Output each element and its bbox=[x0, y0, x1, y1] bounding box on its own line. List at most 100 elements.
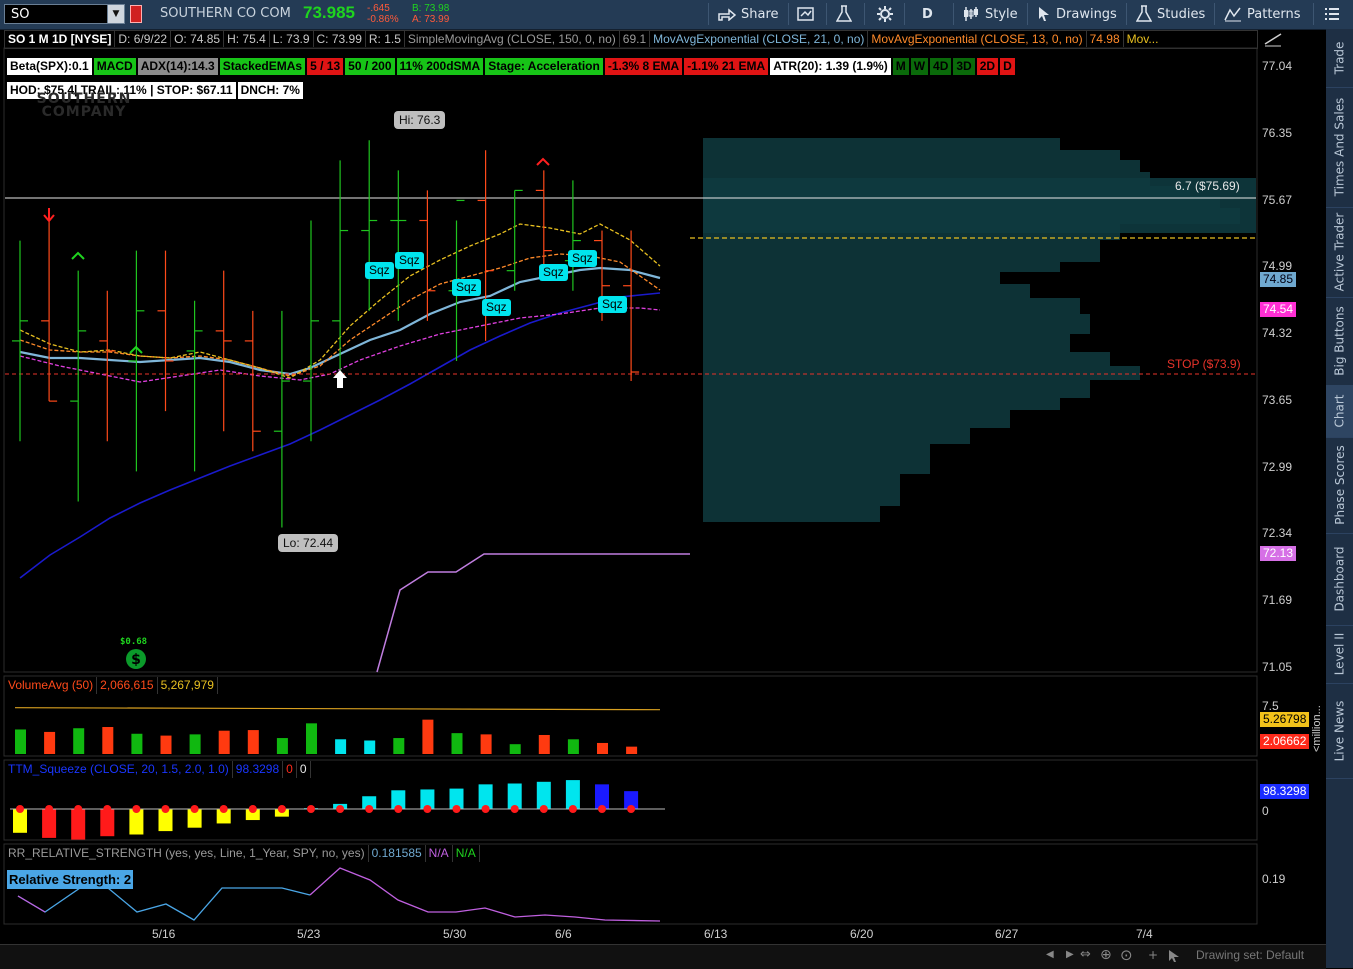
low-price-tag: 72.13 bbox=[1260, 546, 1297, 561]
volume-value: 2,066,615 bbox=[97, 677, 158, 694]
price-tick-label: 74.32 bbox=[1262, 326, 1293, 341]
squeeze-bar bbox=[71, 809, 86, 840]
fib-level-label: 6.7 ($75.69) bbox=[1175, 179, 1240, 193]
drawing-set-label[interactable]: Drawing set: Default bbox=[1196, 948, 1304, 962]
volume-profile-bar bbox=[703, 506, 880, 522]
squeeze-dot bbox=[568, 805, 577, 813]
volume-bar bbox=[102, 727, 114, 754]
squeeze-dot bbox=[481, 805, 490, 813]
squeeze-signal-label: Sqz bbox=[482, 299, 511, 316]
price-tick-label: 77.04 bbox=[1262, 59, 1293, 73]
volume-bar bbox=[597, 742, 608, 754]
volume-profile-bar bbox=[703, 366, 1140, 380]
volume-bar bbox=[335, 739, 347, 754]
sidebar-tab-live-news[interactable]: Live News bbox=[1326, 683, 1353, 779]
volume-study-legend: VolumeAvg (50) 2,066,615 5,267,979 bbox=[5, 677, 218, 694]
volume-study-label[interactable]: VolumeAvg (50) bbox=[5, 677, 98, 694]
squeeze-signal-label: Sqz bbox=[452, 279, 481, 296]
squeeze-dot bbox=[539, 805, 548, 813]
sidebar-tab-times-and-sales[interactable]: Times And Sales bbox=[1326, 87, 1353, 208]
sidebar-tab-dashboard[interactable]: Dashboard bbox=[1326, 533, 1353, 626]
volume-profile-bar bbox=[703, 298, 1080, 314]
sidebar-tab-active-trader[interactable]: Active Trader bbox=[1326, 207, 1353, 298]
sidebar-tab-label: Times And Sales bbox=[1332, 97, 1347, 197]
volume-bar bbox=[160, 735, 172, 754]
pointer-icon[interactable] bbox=[1168, 948, 1180, 967]
squeeze-dot bbox=[336, 805, 345, 813]
price-tick-label: 71.69 bbox=[1262, 593, 1293, 608]
volume-profile-bar bbox=[703, 138, 1060, 150]
rs-na-1: N/A bbox=[426, 845, 453, 862]
rs-na-2: N/A bbox=[453, 845, 480, 862]
sidebar-tab-label: Phase Scores bbox=[1332, 445, 1347, 525]
squeeze-dot bbox=[423, 805, 432, 813]
volume-bar bbox=[626, 746, 638, 754]
crosshair-icon[interactable]: ⊕ bbox=[1100, 947, 1112, 963]
chart-canvas[interactable] bbox=[0, 0, 1326, 944]
volume-bar bbox=[567, 739, 579, 754]
date-tick-label: 5/16 bbox=[152, 927, 176, 941]
volume-profile-bar bbox=[703, 314, 1090, 334]
volume-bar bbox=[189, 734, 201, 754]
down-chevron-marker bbox=[536, 157, 550, 166]
rs-line-purple bbox=[309, 867, 661, 922]
stop-level-label: STOP ($73.9) bbox=[1167, 357, 1241, 371]
fit-icon[interactable]: + bbox=[1148, 948, 1158, 962]
date-tick-label: 5/23 bbox=[297, 927, 321, 941]
date-tick-label: 6/13 bbox=[704, 927, 728, 941]
sidebar-tab-phase-scores[interactable]: Phase Scores bbox=[1326, 437, 1353, 534]
volume-profile-bar bbox=[703, 410, 1010, 428]
volume-bar bbox=[247, 730, 259, 754]
volume-profile-bar bbox=[703, 444, 930, 474]
sidebar-tab-level-ii[interactable]: Level II bbox=[1326, 625, 1353, 684]
sidebar-tab-trade[interactable]: Trade bbox=[1326, 29, 1353, 88]
squeeze-dot bbox=[510, 805, 519, 813]
price-tick-label: 72.99 bbox=[1262, 459, 1293, 474]
squeeze-dot bbox=[452, 805, 461, 813]
zoom-range-icon[interactable]: ⇔ bbox=[1080, 947, 1091, 962]
right-sidebar: Trade Times And Sales Active Trader Big But… bbox=[1326, 29, 1353, 968]
sidebar-tab-big-buttons[interactable]: Big Buttons bbox=[1326, 297, 1353, 386]
squeeze-dot bbox=[219, 805, 228, 813]
sidebar-tab-chart[interactable]: Chart bbox=[1326, 385, 1353, 438]
price-tick-label: 71.05 bbox=[1262, 660, 1293, 674]
squeeze-dot bbox=[16, 805, 24, 813]
volume-profile-bar bbox=[703, 160, 1140, 172]
up-chevron-marker bbox=[71, 251, 85, 260]
squeeze-bar bbox=[565, 780, 580, 809]
volume-profile-bar bbox=[703, 240, 1100, 262]
rs-study-label[interactable]: RR_RELATIVE_STRENGTH (yes, yes, Line, 1_… bbox=[5, 845, 369, 862]
menu-button[interactable] bbox=[1324, 0, 1340, 28]
squeeze-dot bbox=[103, 805, 112, 813]
sidebar-tab-label: Level II bbox=[1332, 632, 1347, 676]
volume-bar bbox=[422, 719, 434, 754]
down-arrow-marker bbox=[43, 208, 55, 223]
date-tick-label: 7/4 bbox=[1136, 927, 1153, 941]
volume-bar bbox=[451, 733, 463, 754]
squeeze-study-label[interactable]: TTM_Squeeze (CLOSE, 20, 1.5, 2.0, 1.0) bbox=[5, 761, 233, 778]
price-tick-label: 76.35 bbox=[1262, 125, 1293, 140]
squeeze-bar bbox=[42, 809, 57, 838]
volume-bar bbox=[306, 723, 317, 754]
squeeze-signal-label: Sqz bbox=[568, 250, 597, 267]
rs-line-blue bbox=[17, 887, 311, 921]
bottom-status-bar: ◀ ▶ ⇔ ⊕ ⊙ + Drawing set: Default bbox=[0, 944, 1326, 969]
squeeze-dot bbox=[45, 805, 54, 813]
volume-bar bbox=[393, 738, 405, 754]
dividend-icon[interactable]: $ bbox=[124, 648, 148, 674]
scroll-right-icon[interactable]: ▶ bbox=[1066, 949, 1074, 960]
zoom-icon[interactable]: ⊙ bbox=[1120, 946, 1133, 964]
squeeze-dot bbox=[277, 805, 286, 813]
volume-axis-top: 7.5 bbox=[1262, 699, 1279, 713]
sidebar-tab-label: Dashboard bbox=[1332, 546, 1347, 612]
scroll-left-icon[interactable]: ◀ bbox=[1046, 949, 1054, 960]
volume-bar bbox=[44, 731, 56, 754]
volume-bar bbox=[364, 740, 376, 754]
sidebar-tab-label: Trade bbox=[1332, 41, 1347, 75]
squeeze-dot bbox=[598, 805, 606, 813]
date-tick-label: 6/6 bbox=[555, 927, 572, 941]
volume-unit: <million... bbox=[1310, 700, 1324, 752]
last-price-tag: 74.85 bbox=[1260, 272, 1297, 287]
squeeze-dot bbox=[132, 805, 141, 813]
squeeze-dot bbox=[74, 805, 83, 813]
